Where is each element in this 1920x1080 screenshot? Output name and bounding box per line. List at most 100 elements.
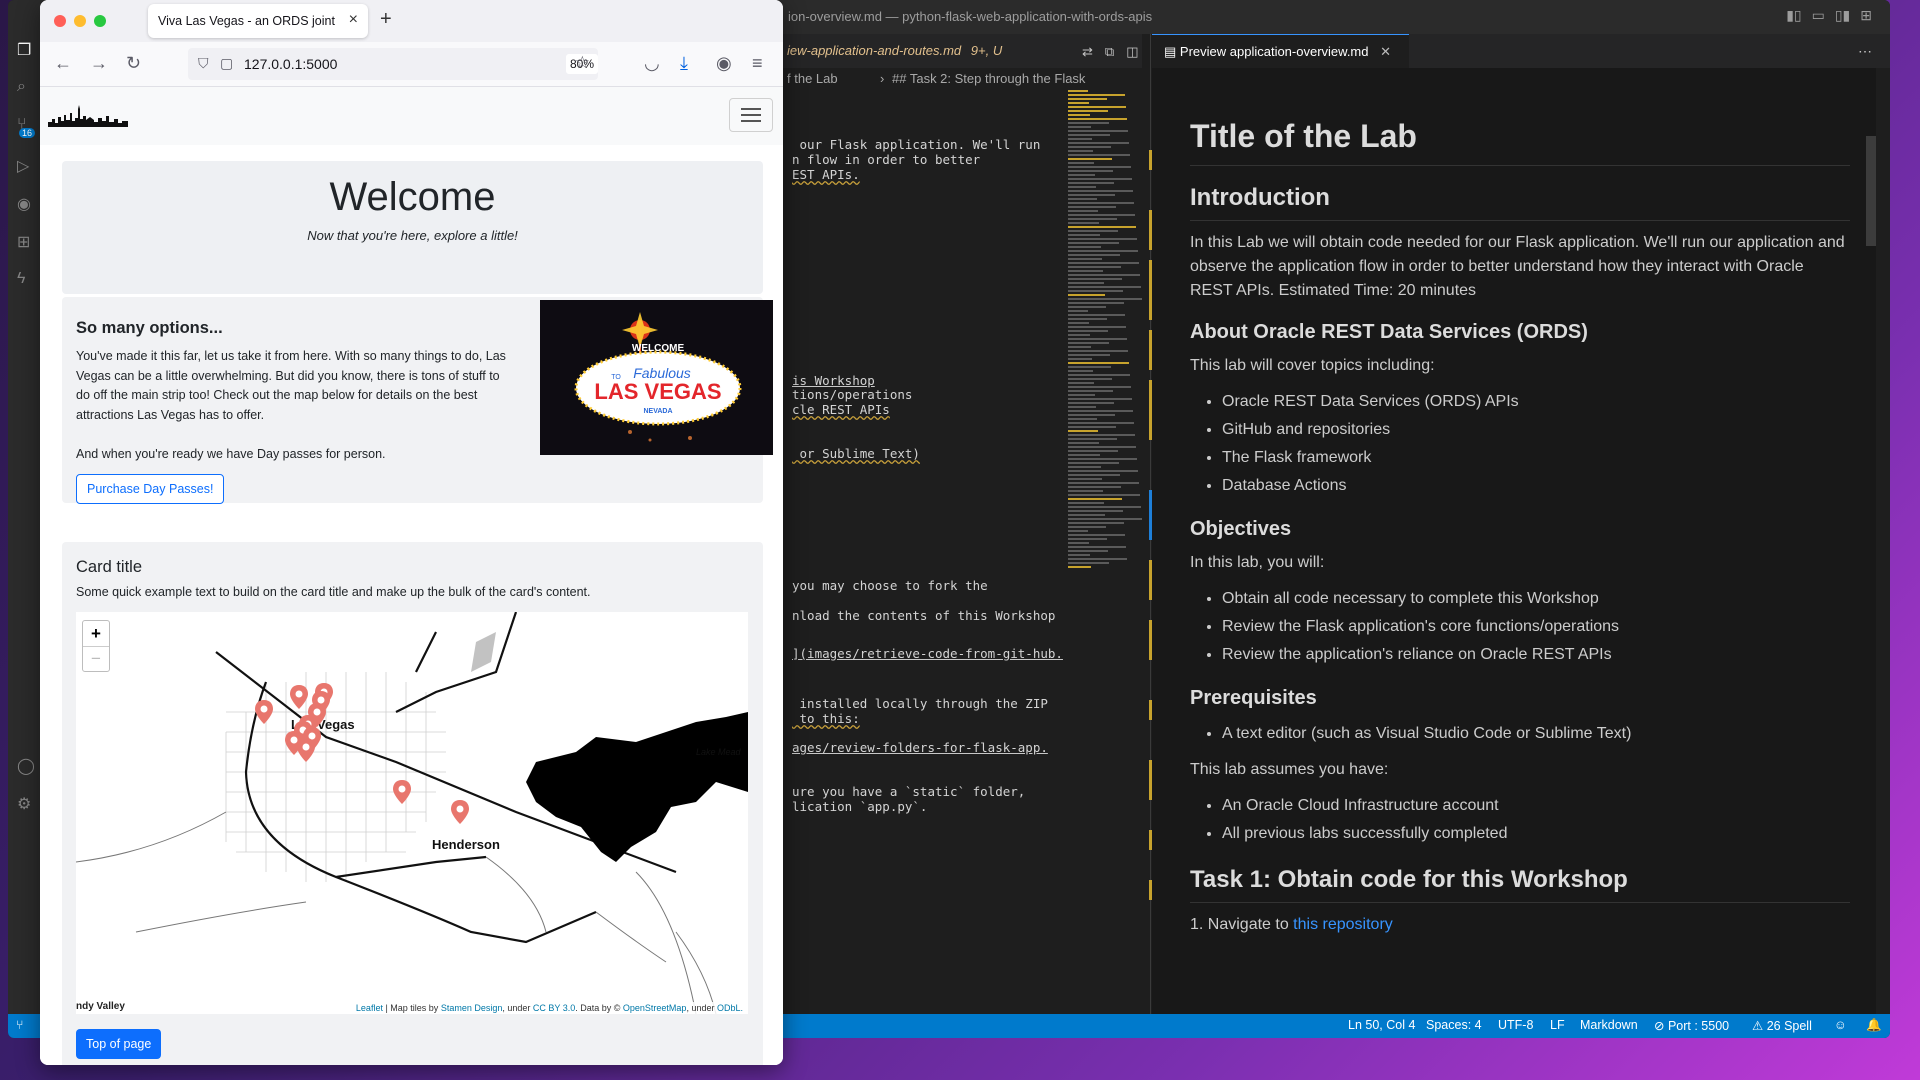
- scrollbar-thumb[interactable]: [1866, 136, 1876, 246]
- code-line[interactable]: our Flask application. We'll run: [792, 137, 1041, 152]
- leaflet-link[interactable]: Leaflet: [356, 1003, 383, 1013]
- map-marker-icon[interactable]: [393, 780, 411, 804]
- minimap-line: [1068, 254, 1120, 256]
- code-line[interactable]: nload the contents of this Workshop: [792, 608, 1055, 623]
- page-icon[interactable]: ▢: [220, 55, 233, 72]
- encoding[interactable]: UTF-8: [1498, 1018, 1533, 1032]
- leaflet-map[interactable]: Las Vegas Henderson Lake Mead ndy Valley…: [76, 612, 748, 1014]
- open-preview-icon[interactable]: ⧉: [1105, 44, 1114, 60]
- tab-routes-md[interactable]: iew-application-and-routes.md 9+, U: [787, 34, 1002, 68]
- language-mode[interactable]: Markdown: [1580, 1018, 1638, 1032]
- remote-icon[interactable]: ⑂: [16, 1018, 24, 1032]
- code-line[interactable]: or Sublime Text): [792, 446, 920, 461]
- code-line[interactable]: cle REST APIs: [792, 402, 890, 417]
- options-body: You've made it this far, let us take it …: [76, 349, 506, 422]
- thunder-icon[interactable]: ϟ: [17, 270, 35, 288]
- toggle-secondary-sidebar-icon[interactable]: ▯▮: [1835, 7, 1850, 24]
- indentation[interactable]: Spaces: 4: [1426, 1018, 1482, 1032]
- toggle-panel-icon[interactable]: ▭: [1812, 7, 1825, 24]
- tab-modified-badge: 9+, U: [970, 43, 1003, 58]
- account-icon[interactable]: ◉: [716, 53, 732, 74]
- line-ending[interactable]: LF: [1550, 1018, 1565, 1032]
- extensions-icon[interactable]: ⊞: [17, 232, 35, 251]
- code-line[interactable]: ages/review-folders-for-flask-app.: [792, 740, 1048, 755]
- run-debug-icon[interactable]: ▷: [17, 156, 35, 175]
- minimap-line: [1068, 542, 1089, 544]
- search-icon[interactable]: ⌕: [17, 78, 35, 96]
- web-page: Welcome Now that you're here, explore a …: [40, 87, 783, 1065]
- account-icon[interactable]: ◯: [17, 756, 35, 775]
- map-marker-icon[interactable]: [297, 738, 315, 762]
- code-line[interactable]: to this:: [792, 711, 860, 726]
- live-server-port[interactable]: ⊘ Port : 5500: [1654, 1018, 1729, 1033]
- github-icon[interactable]: ◉: [17, 194, 35, 213]
- minimap-line: [1068, 534, 1125, 536]
- notifications-bell-icon[interactable]: 🔔: [1866, 1018, 1882, 1033]
- list-item: All previous labs successfully completed: [1222, 820, 1850, 848]
- toggle-sidebar-icon[interactable]: ▮▯: [1786, 7, 1801, 24]
- preview-icon: ▤: [1164, 44, 1180, 59]
- close-icon[interactable]: ×: [349, 11, 358, 29]
- code-line[interactable]: EST APIs.: [792, 167, 860, 182]
- downloads-icon[interactable]: ⤓: [680, 53, 688, 74]
- zoom-in-button[interactable]: +: [83, 621, 109, 647]
- menu-icon[interactable]: ≡: [752, 53, 763, 74]
- close-icon[interactable]: ✕: [1380, 44, 1391, 59]
- code-line[interactable]: is Workshop: [792, 373, 875, 388]
- shield-icon[interactable]: ⛉: [198, 55, 209, 72]
- minimap-line: [1068, 134, 1110, 136]
- preview-step: 1. Navigate to this repository: [1190, 913, 1850, 937]
- attribution-text: | Map tiles by: [382, 1003, 441, 1013]
- explorer-icon[interactable]: ❐: [17, 40, 35, 59]
- code-line[interactable]: tions/operations: [792, 387, 912, 402]
- more-actions-icon[interactable]: ⋯: [1858, 43, 1872, 60]
- new-tab-icon[interactable]: +: [380, 8, 392, 31]
- skyline-logo[interactable]: [48, 105, 128, 129]
- reload-icon[interactable]: ↻: [126, 53, 141, 74]
- back-icon[interactable]: ←: [54, 53, 72, 74]
- purchase-day-passes-button[interactable]: Purchase Day Passes!: [76, 474, 225, 504]
- minimap[interactable]: [1068, 90, 1146, 595]
- odbl-link[interactable]: ODbL.: [717, 1003, 743, 1013]
- bookmark-star-icon[interactable]: ☆: [575, 53, 590, 73]
- minimize-window-button[interactable]: [74, 15, 86, 27]
- minimap-line: [1068, 170, 1113, 172]
- code-line[interactable]: n flow in order to better: [792, 152, 980, 167]
- minimap-line: [1068, 162, 1094, 164]
- pocket-icon[interactable]: ◡: [644, 53, 660, 74]
- map-marker-icon[interactable]: [451, 800, 469, 824]
- address-bar[interactable]: ⛉ ▢ 127.0.0.1:5000 80% ☆: [188, 48, 598, 80]
- navbar-toggler-button[interactable]: [729, 98, 773, 132]
- tab-preview[interactable]: ▤ Preview application-overview.md ✕: [1152, 34, 1410, 69]
- settings-gear-icon[interactable]: ⚙: [17, 794, 35, 813]
- top-of-page-button[interactable]: Top of page: [76, 1029, 162, 1059]
- stamen-link[interactable]: Stamen Design: [441, 1003, 503, 1013]
- browser-window: Viva Las Vegas - an ORDS joint × + ← → ↻…: [40, 0, 783, 1065]
- map-attribution: Leaflet | Map tiles by Stamen Design, un…: [352, 1002, 746, 1014]
- repository-link[interactable]: this repository: [1293, 916, 1393, 933]
- spell-check[interactable]: ⚠ 26 Spell: [1752, 1018, 1812, 1033]
- breadcrumb-item[interactable]: f the Lab: [787, 68, 838, 90]
- forward-icon[interactable]: →: [90, 53, 108, 74]
- feedback-icon[interactable]: ☺: [1834, 1018, 1847, 1032]
- customize-layout-icon[interactable]: ⊞: [1860, 7, 1872, 24]
- map-marker-icon[interactable]: [290, 685, 308, 709]
- cursor-position[interactable]: Ln 50, Col 4: [1348, 1018, 1415, 1032]
- maximize-window-button[interactable]: [94, 15, 106, 27]
- close-window-button[interactable]: [54, 15, 66, 27]
- minimap-line: [1068, 334, 1090, 336]
- code-line[interactable]: lication `app.py`.: [792, 799, 927, 814]
- osm-link[interactable]: OpenStreetMap: [623, 1003, 687, 1013]
- compare-icon[interactable]: ⇄: [1082, 44, 1093, 60]
- code-line[interactable]: ure you have a `static` folder,: [792, 784, 1025, 799]
- ccby-link[interactable]: CC BY 3.0: [533, 1003, 575, 1013]
- browser-tab[interactable]: Viva Las Vegas - an ORDS joint ×: [148, 4, 368, 38]
- zoom-out-button[interactable]: −: [83, 646, 109, 671]
- code-line[interactable]: you may choose to fork the: [792, 578, 988, 593]
- map-marker-icon[interactable]: [255, 700, 273, 724]
- url-text[interactable]: 127.0.0.1:5000: [244, 56, 337, 72]
- code-line[interactable]: installed locally through the ZIP: [792, 696, 1048, 711]
- split-editor-icon[interactable]: ◫: [1126, 44, 1138, 60]
- minimap-line: [1068, 246, 1101, 248]
- code-line[interactable]: ](images/retrieve-code-from-git-hub.: [792, 646, 1063, 661]
